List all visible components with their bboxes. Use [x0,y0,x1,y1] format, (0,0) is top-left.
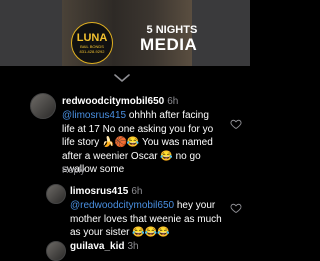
mention-link[interactable]: @limosrus415 [62,110,126,121]
comment-username[interactable]: guilava_kid 3h [70,241,139,252]
reply-button[interactable]: Reply [62,165,85,175]
comment-time: 6h [131,186,143,197]
comment-time: 3h [127,241,139,252]
heart-icon[interactable] [230,202,242,214]
comment-item: redwoodcitymobil650 6h @limosrus415 ohhhh… [0,90,250,178]
comment-item: guilava_kid 3h [0,241,250,261]
heart-icon[interactable] [230,118,242,130]
comment-time: 6h [167,96,179,107]
comment-username[interactable]: limosrus415 6h [70,186,143,197]
comment-text: @limosrus415 ohhhh after facing life at … [62,110,214,175]
nights-logo-line2: MEDIA [140,35,198,54]
comment-item: limosrus415 6h @redwoodcitymobil650 hey y… [0,182,250,242]
luna-bail-bonds-logo: LUNA BAIL BONDS 831-428-9292 [71,22,113,64]
luna-logo-line2: 831-428-9292 [79,48,105,54]
chevron-down-icon[interactable] [114,74,130,82]
luna-logo-title: LUNA [76,31,108,44]
avatar[interactable] [46,241,66,261]
avatar[interactable] [30,93,56,119]
mention-link[interactable]: @redwoodcitymobil650 [70,200,174,211]
comment-username[interactable]: redwoodcitymobil650 6h [62,96,178,107]
comment-text: @redwoodcitymobil650 hey your mother lov… [70,200,222,238]
video-banner[interactable]: LUNA BAIL BONDS 831-428-9292 5 NIGHTS ME… [0,0,250,66]
five-nights-media-logo: 5 NIGHTS MEDIA [140,24,197,53]
avatar[interactable] [46,184,66,204]
